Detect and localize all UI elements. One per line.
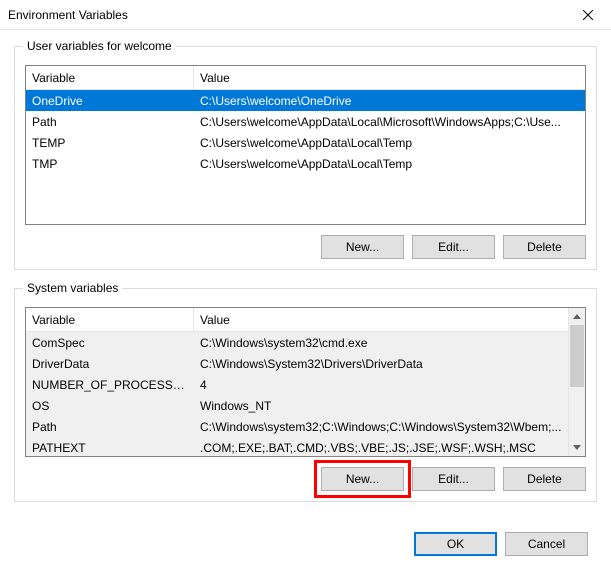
table-row[interactable]: NUMBER_OF_PROCESSORS 4 [26, 374, 568, 395]
cell-variable: PATHEXT [26, 439, 194, 457]
system-new-button[interactable]: New... [321, 467, 404, 491]
system-variables-group: System variables Variable Value ComSpec … [14, 288, 597, 502]
system-variables-label: System variables [23, 281, 122, 295]
user-variables-group: User variables for welcome Variable Valu… [14, 46, 597, 270]
cell-variable: DriverData [26, 355, 194, 373]
scroll-thumb[interactable] [570, 325, 584, 387]
table-row[interactable]: OneDrive C:\Users\welcome\OneDrive [26, 90, 585, 111]
cell-value: Windows_NT [194, 397, 568, 415]
titlebar: Environment Variables [0, 0, 611, 30]
user-buttons-row: New... Edit... Delete [25, 235, 586, 259]
cell-value: C:\Users\welcome\AppData\Local\Temp [194, 134, 585, 152]
system-buttons-row: New... Edit... Delete [25, 467, 586, 491]
cell-variable: ComSpec [26, 334, 194, 352]
cell-variable: OneDrive [26, 92, 194, 110]
scroll-down-icon[interactable] [569, 439, 585, 456]
user-delete-button[interactable]: Delete [503, 235, 586, 259]
table-row[interactable]: TMP C:\Users\welcome\AppData\Local\Temp [26, 153, 585, 174]
cancel-button[interactable]: Cancel [505, 532, 588, 556]
user-variables-table[interactable]: Variable Value OneDrive C:\Users\welcome… [25, 65, 586, 225]
cell-variable: Path [26, 418, 194, 436]
system-delete-button[interactable]: Delete [503, 467, 586, 491]
window-title: Environment Variables [8, 8, 128, 22]
cell-value: C:\Windows\system32\cmd.exe [194, 334, 568, 352]
cell-variable: OS [26, 397, 194, 415]
cell-value: C:\Windows\System32\Drivers\DriverData [194, 355, 568, 373]
cell-value: 4 [194, 376, 568, 394]
dialog-buttons-row: OK Cancel [0, 528, 611, 556]
cell-value: C:\Windows\system32;C:\Windows;C:\Window… [194, 418, 568, 436]
user-edit-button[interactable]: Edit... [412, 235, 495, 259]
scroll-up-icon[interactable] [569, 308, 585, 325]
system-table-scrollbar[interactable] [568, 308, 585, 456]
user-variables-label: User variables for welcome [23, 39, 176, 53]
close-icon [583, 10, 593, 20]
cell-value: C:\Users\welcome\OneDrive [194, 92, 585, 110]
system-edit-button[interactable]: Edit... [412, 467, 495, 491]
cell-variable: Path [26, 113, 194, 131]
ok-button[interactable]: OK [414, 532, 497, 556]
table-row[interactable]: Path C:\Users\welcome\AppData\Local\Micr… [26, 111, 585, 132]
cell-variable: TMP [26, 155, 194, 173]
table-row[interactable]: DriverData C:\Windows\System32\Drivers\D… [26, 353, 568, 374]
system-col-value[interactable]: Value [194, 308, 585, 331]
cell-variable: NUMBER_OF_PROCESSORS [26, 376, 194, 394]
system-variables-table[interactable]: Variable Value ComSpec C:\Windows\system… [25, 307, 586, 457]
user-new-button[interactable]: New... [321, 235, 404, 259]
cell-value: C:\Users\welcome\AppData\Local\Microsoft… [194, 113, 585, 131]
table-row[interactable]: ComSpec C:\Windows\system32\cmd.exe [26, 332, 568, 353]
table-row[interactable]: Path C:\Windows\system32;C:\Windows;C:\W… [26, 416, 568, 437]
user-col-variable[interactable]: Variable [26, 66, 194, 89]
system-col-variable[interactable]: Variable [26, 308, 194, 331]
close-button[interactable] [565, 0, 611, 30]
user-col-value[interactable]: Value [194, 66, 585, 89]
table-row[interactable]: TEMP C:\Users\welcome\AppData\Local\Temp [26, 132, 585, 153]
cell-value: C:\Users\welcome\AppData\Local\Temp [194, 155, 585, 173]
system-table-header: Variable Value [26, 308, 585, 332]
cell-variable: TEMP [26, 134, 194, 152]
user-table-header: Variable Value [26, 66, 585, 90]
table-row[interactable]: OS Windows_NT [26, 395, 568, 416]
table-row[interactable]: PATHEXT .COM;.EXE;.BAT;.CMD;.VBS;.VBE;.J… [26, 437, 568, 456]
cell-value: .COM;.EXE;.BAT;.CMD;.VBS;.VBE;.JS;.JSE;.… [194, 439, 568, 457]
